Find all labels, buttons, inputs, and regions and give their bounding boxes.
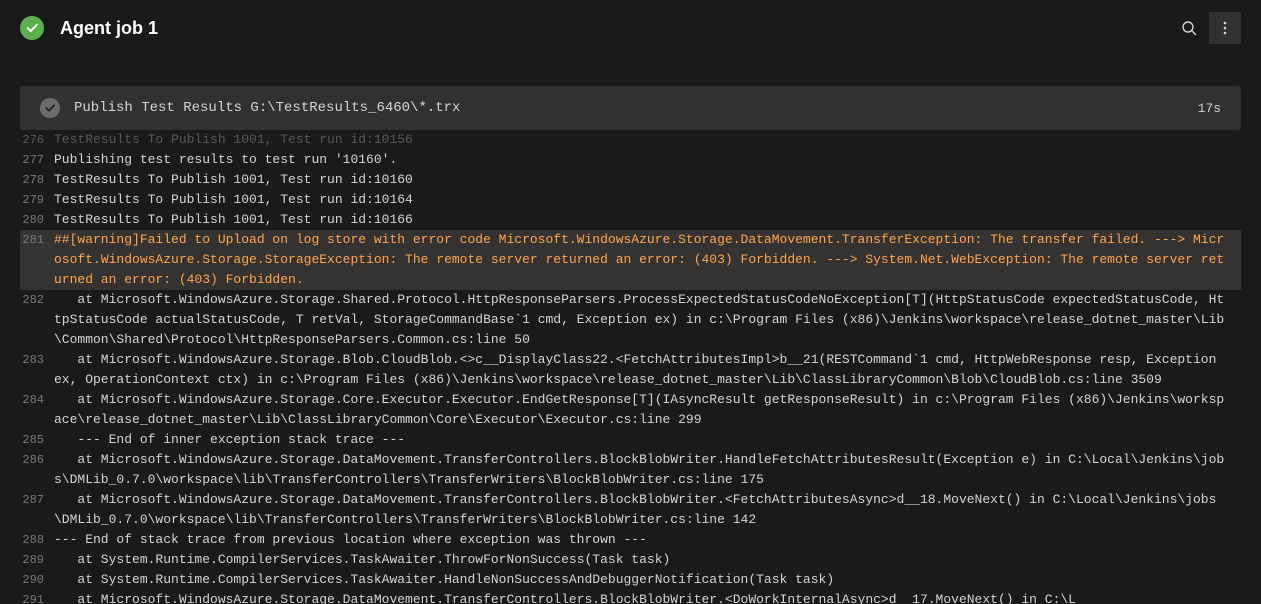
log-line-number: 281: [20, 230, 54, 290]
check-icon: [25, 21, 39, 35]
log-line: 280TestResults To Publish 1001, Test run…: [20, 210, 1241, 230]
log-line-number: 276: [20, 130, 54, 150]
log-line-text: at Microsoft.WindowsAzure.Storage.DataMo…: [54, 450, 1241, 490]
log-line-text: TestResults To Publish 1001, Test run id…: [54, 190, 1241, 210]
log-line-text: at Microsoft.WindowsAzure.Storage.DataMo…: [54, 590, 1241, 604]
log-line-number: 285: [20, 430, 54, 450]
log-line-text: at System.Runtime.CompilerServices.TaskA…: [54, 550, 1241, 570]
log-line-text: TestResults To Publish 1001, Test run id…: [54, 130, 1241, 150]
log-line: 289 at System.Runtime.CompilerServices.T…: [20, 550, 1241, 570]
log-line-warning-text: ##[warning]Failed to Upload on log store…: [54, 230, 1241, 290]
log-line-number: 290: [20, 570, 54, 590]
log-line-number: 287: [20, 490, 54, 530]
log-line-number: 288: [20, 530, 54, 550]
log-line: 287 at Microsoft.WindowsAzure.Storage.Da…: [20, 490, 1241, 530]
log-line: 286 at Microsoft.WindowsAzure.Storage.Da…: [20, 450, 1241, 490]
log-line-text: at System.Runtime.CompilerServices.TaskA…: [54, 570, 1241, 590]
log-line-text: TestResults To Publish 1001, Test run id…: [54, 210, 1241, 230]
log-line-number: 280: [20, 210, 54, 230]
log-line: 285 --- End of inner exception stack tra…: [20, 430, 1241, 450]
log-line-text: --- End of inner exception stack trace -…: [54, 430, 1241, 450]
log-line-number: 291: [20, 590, 54, 604]
log-line-text: at Microsoft.WindowsAzure.Storage.Shared…: [54, 290, 1241, 350]
log-line-text: at Microsoft.WindowsAzure.Storage.Blob.C…: [54, 350, 1241, 390]
header-actions: [1173, 12, 1241, 44]
log-line: 277Publishing test results to test run '…: [20, 150, 1241, 170]
log-line: 283 at Microsoft.WindowsAzure.Storage.Bl…: [20, 350, 1241, 390]
log-line: 281##[warning]Failed to Upload on log st…: [20, 230, 1241, 290]
task-row[interactable]: Publish Test Results G:\TestResults_6460…: [20, 86, 1241, 130]
more-actions-button[interactable]: [1209, 12, 1241, 44]
log-line-text: at Microsoft.WindowsAzure.Storage.DataMo…: [54, 490, 1241, 530]
log-line: 279TestResults To Publish 1001, Test run…: [20, 190, 1241, 210]
log-line: 282 at Microsoft.WindowsAzure.Storage.Sh…: [20, 290, 1241, 350]
log-line-number: 289: [20, 550, 54, 570]
page-header: Agent job 1: [0, 0, 1261, 56]
task-status-success-icon: [40, 98, 60, 118]
log-output[interactable]: 276TestResults To Publish 1001, Test run…: [0, 130, 1261, 604]
search-icon: [1181, 20, 1197, 36]
log-line-number: 284: [20, 390, 54, 430]
log-line-text: TestResults To Publish 1001, Test run id…: [54, 170, 1241, 190]
job-status-success-icon: [20, 16, 44, 40]
log-line: 284 at Microsoft.WindowsAzure.Storage.Co…: [20, 390, 1241, 430]
check-icon: [44, 102, 56, 114]
log-line-text: Publishing test results to test run '101…: [54, 150, 1241, 170]
log-line: 290 at System.Runtime.CompilerServices.T…: [20, 570, 1241, 590]
page-title: Agent job 1: [60, 18, 1173, 39]
log-line-number: 282: [20, 290, 54, 350]
more-vertical-icon: [1217, 20, 1233, 36]
task-duration: 17s: [1198, 101, 1221, 116]
log-line-text: --- End of stack trace from previous loc…: [54, 530, 1241, 550]
log-line-number: 277: [20, 150, 54, 170]
task-title: Publish Test Results G:\TestResults_6460…: [74, 100, 1198, 116]
log-line: 276TestResults To Publish 1001, Test run…: [20, 130, 1241, 150]
log-line-number: 283: [20, 350, 54, 390]
log-line-number: 278: [20, 170, 54, 190]
log-line: 288--- End of stack trace from previous …: [20, 530, 1241, 550]
log-line: 278TestResults To Publish 1001, Test run…: [20, 170, 1241, 190]
log-line-text: at Microsoft.WindowsAzure.Storage.Core.E…: [54, 390, 1241, 430]
log-line: 291 at Microsoft.WindowsAzure.Storage.Da…: [20, 590, 1241, 604]
log-line-number: 279: [20, 190, 54, 210]
search-button[interactable]: [1173, 12, 1205, 44]
log-line-number: 286: [20, 450, 54, 490]
